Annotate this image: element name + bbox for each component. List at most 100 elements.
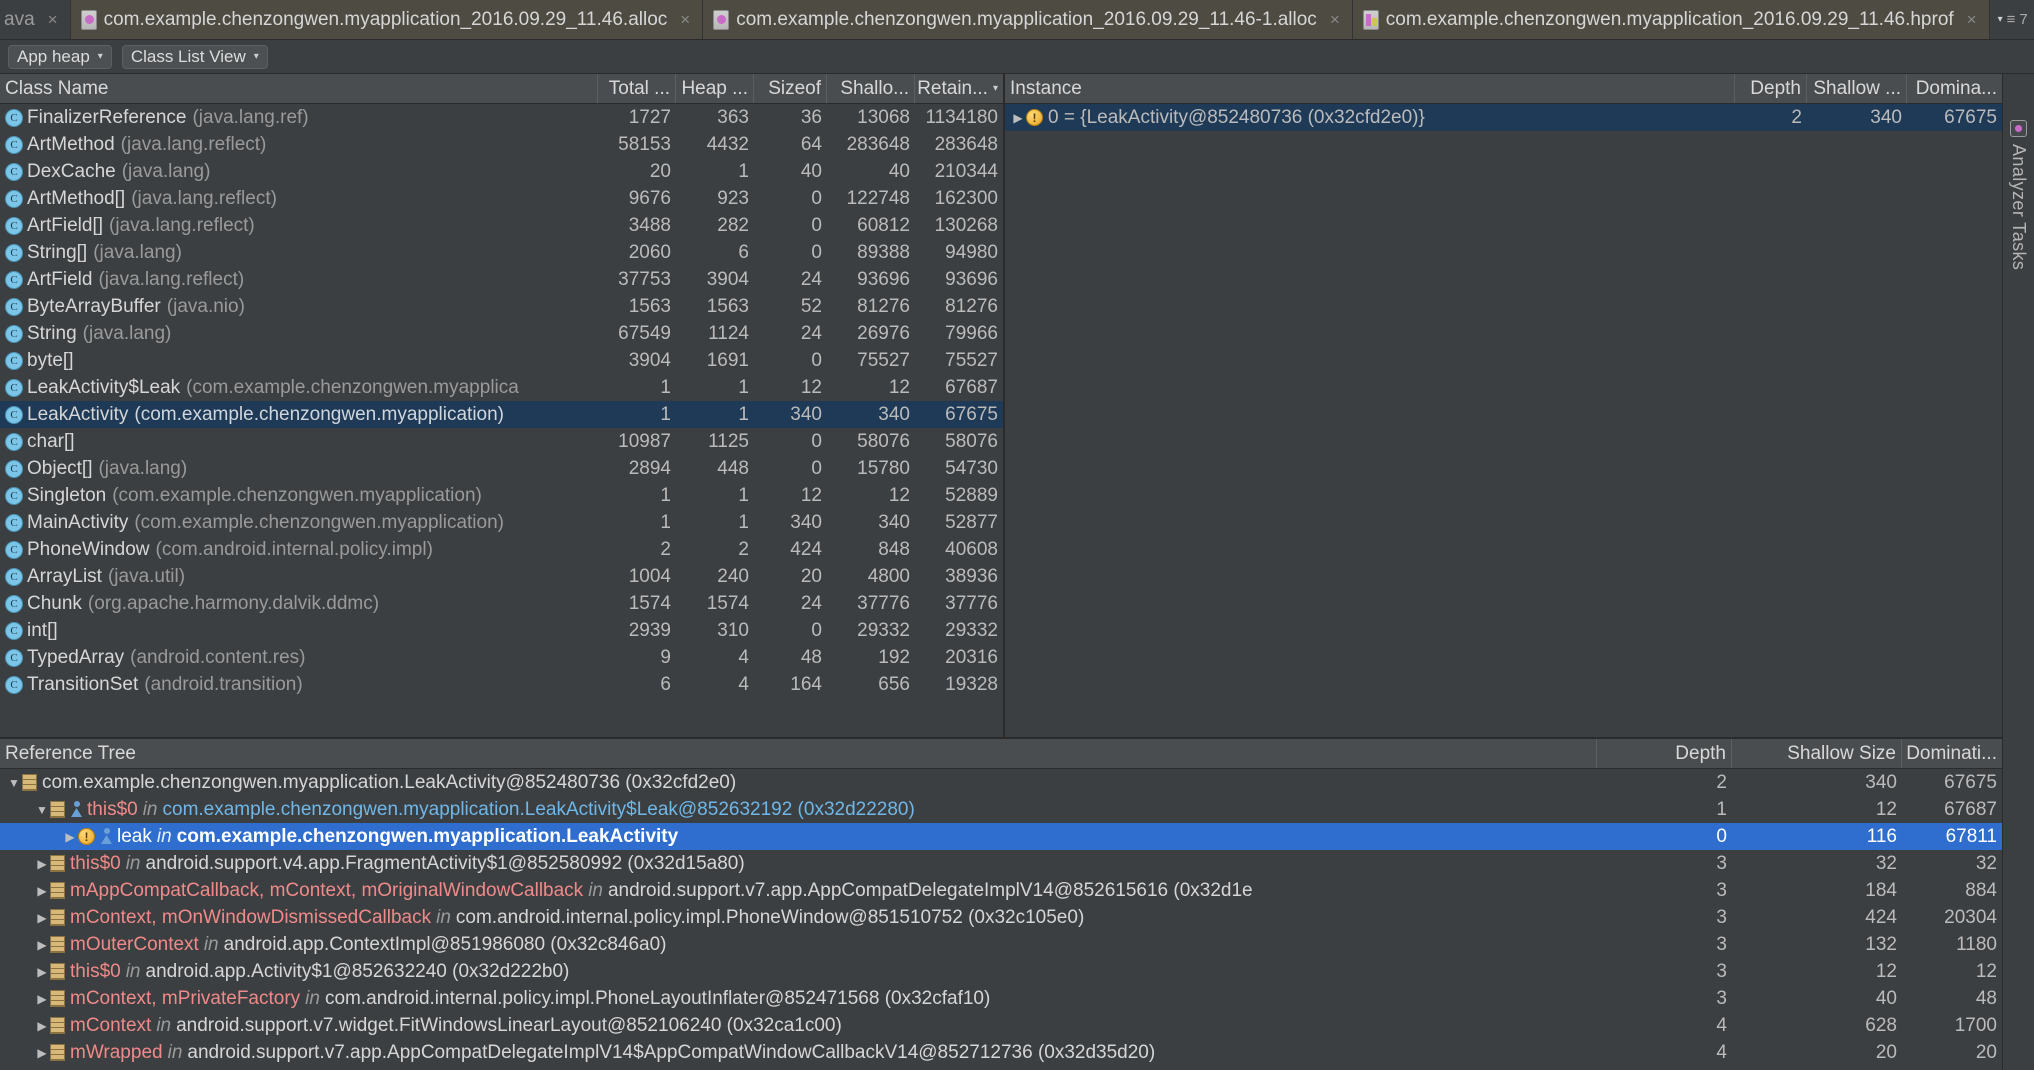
close-icon[interactable]: × — [1330, 10, 1340, 30]
class-name-label: MainActivity — [27, 511, 129, 533]
class-table-row[interactable]: C FinalizerReference (java.lang.ref) 1727 36… — [0, 104, 1003, 131]
class-table-row[interactable]: C TypedArray (android.content.res) 9 4 48 192 2… — [0, 644, 1003, 671]
column-header-ref-shallow-size[interactable]: Shallow Size — [1732, 739, 1902, 768]
class-table-body[interactable]: C FinalizerReference (java.lang.ref) 1727 36… — [0, 104, 1003, 737]
analyzer-tasks-icon[interactable] — [2010, 120, 2027, 137]
close-icon[interactable]: × — [1967, 10, 1977, 30]
column-header-total-count[interactable]: Total ... — [598, 74, 676, 103]
instance-table-row[interactable]: ▶! 0 = {LeakActivity@852480736 (0x32cfd2e… — [1005, 104, 2002, 131]
reference-tree-row[interactable]: ▶ this$0 in android.app.Activity$1@85263224… — [0, 958, 2002, 985]
class-table-row[interactable]: C ArrayList (java.util) 1004 240 20 4800 38936 — [0, 563, 1003, 590]
class-table-row[interactable]: C ArtMethod (java.lang.reflect) 58153 4432 64… — [0, 131, 1003, 158]
column-header-instance[interactable]: Instance — [1005, 74, 1735, 103]
class-table-row[interactable]: C String[] (java.lang) 2060 6 0 89388 94980 — [0, 239, 1003, 266]
reference-label: mAppCompatCallback, mContext, mOriginalW… — [70, 880, 1253, 902]
class-table-row[interactable]: C LeakActivity$Leak (com.example.chenzongw… — [0, 374, 1003, 401]
close-icon[interactable]: × — [680, 10, 690, 30]
expand-arrow-icon[interactable]: ▶ — [34, 938, 50, 952]
reference-tree-row[interactable]: ▶! leak in com.example.chenzongwen.myapplic… — [0, 823, 2002, 850]
column-header-depth[interactable]: Depth — [1735, 74, 1807, 103]
class-table-row[interactable]: C LeakActivity (com.example.chenzongwen.my… — [0, 401, 1003, 428]
reference-tree-row[interactable]: ▼ this$0 in com.example.chenzongwen.myappli… — [0, 796, 2002, 823]
reference-tree-row[interactable]: ▶ mAppCompatCallback, mContext, mOriginal… — [0, 877, 2002, 904]
class-table-header: Class Name Total ... Heap ... Sizeof Sha… — [0, 74, 1003, 104]
column-header-class-name[interactable]: Class Name — [0, 74, 598, 103]
tab-hprof-file[interactable]: com.example.chenzongwen.myapplication_20… — [1352, 0, 1990, 39]
class-table-row[interactable]: C ByteArrayBuffer (java.nio) 1563 1563 52 8127… — [0, 293, 1003, 320]
reference-tree-row[interactable]: ▼ com.example.chenzongwen.myapplication.L… — [0, 769, 2002, 796]
view-selector-dropdown[interactable]: Class List View ▾ — [121, 44, 268, 69]
ref-shallow-cell: 40 — [1875, 987, 1897, 1009]
column-header-instance-shallow[interactable]: Shallow ... — [1807, 74, 1907, 103]
total-count-cell: 67549 — [618, 322, 671, 344]
ref-dominating-cell: 20 — [1975, 1041, 1997, 1063]
class-name-label: ArtMethod — [27, 133, 115, 155]
class-package-label: (android.content.res) — [130, 646, 306, 668]
heap-count-cell: 4 — [738, 673, 749, 695]
reference-tree-row[interactable]: ▶this$0, mActivity, mContextinandroid.su… — [0, 1066, 2002, 1070]
class-table-row[interactable]: C DexCache (java.lang) 20 1 40 40 210344 — [0, 158, 1003, 185]
expand-arrow-icon[interactable]: ▶ — [34, 992, 50, 1006]
expand-arrow-icon[interactable]: ▶ — [62, 830, 78, 844]
class-table-row[interactable]: Cbyte[] 3904 1691 0 75527 75527 — [0, 347, 1003, 374]
total-count-cell: 9676 — [628, 187, 671, 209]
reference-tree-row[interactable]: ▶ mContext, mOnWindowDismissedCallback in c… — [0, 904, 2002, 931]
reference-cell: ▶ mWrapped in android.support.v7.app.AppCom… — [0, 1042, 1597, 1064]
class-table-row[interactable]: C PhoneWindow (com.android.internal.policy… — [0, 536, 1003, 563]
expand-arrow-icon[interactable]: ▼ — [6, 776, 22, 790]
analyzer-main: Class Name Total ... Heap ... Sizeof Sha… — [0, 74, 2034, 1070]
tab-alloc-file-1[interactable]: com.example.chenzongwen.myapplication_20… — [70, 0, 704, 39]
ref-shallow-cell: 628 — [1865, 1014, 1897, 1036]
class-table-row[interactable]: C MainActivity (com.example.chenzongwen.my… — [0, 509, 1003, 536]
reference-tree-row[interactable]: ▶ mContext in android.support.v7.widget.Fit… — [0, 1012, 2002, 1039]
class-table-row[interactable]: Cint[] 2939 310 0 29332 29332 — [0, 617, 1003, 644]
expand-arrow-icon[interactable]: ▶ — [34, 857, 50, 871]
class-table-row[interactable]: Cchar[] 10987 1125 0 58076 58076 — [0, 428, 1003, 455]
class-table-row[interactable]: C Chunk (org.apache.harmony.dalvik.ddmc) 15… — [0, 590, 1003, 617]
reference-target: android.app.ContextImpl@851986080 (0x32c… — [223, 933, 667, 955]
expand-arrow-icon[interactable]: ▶ — [34, 965, 50, 979]
column-header-ref-dominating[interactable]: Dominati... — [1902, 739, 2002, 768]
expand-arrow-icon[interactable]: ▶ — [1010, 111, 1026, 125]
expand-arrow-icon[interactable]: ▶ — [34, 911, 50, 925]
class-table-row[interactable]: C Object[] (java.lang) 2894 448 0 15780 54730 — [0, 455, 1003, 482]
expand-arrow-icon[interactable]: ▶ — [34, 884, 50, 898]
column-header-ref-depth[interactable]: Depth — [1597, 739, 1732, 768]
expand-arrow-icon[interactable]: ▼ — [34, 803, 50, 817]
heap-count-cell: 4 — [738, 646, 749, 668]
column-header-reference-tree[interactable]: Reference Tree — [0, 739, 1597, 768]
reference-tree-row[interactable]: ▶ mContext, mPrivateFactory in com.android.… — [0, 985, 2002, 1012]
column-header-heap-count[interactable]: Heap ... — [676, 74, 754, 103]
close-icon[interactable]: × — [48, 10, 58, 30]
tab-java-file[interactable]: ava × — [0, 0, 71, 39]
class-icon: C — [5, 351, 23, 370]
analyzer-tasks-label[interactable]: Analyzer Tasks — [2008, 144, 2029, 270]
class-package-label: (java.lang.reflect) — [98, 268, 245, 290]
class-table-row[interactable]: C Singleton (com.example.chenzongwen.myapp… — [0, 482, 1003, 509]
reference-tree-body[interactable]: ▼ com.example.chenzongwen.myapplication.L… — [0, 769, 2002, 1070]
expand-arrow-icon[interactable]: ▶ — [34, 1019, 50, 1033]
top-split-pane: Class Name Total ... Heap ... Sizeof Sha… — [0, 74, 2002, 739]
reference-tree-row[interactable]: ▶ mWrapped in android.support.v7.app.AppCom… — [0, 1039, 2002, 1066]
column-header-sizeof[interactable]: Sizeof — [754, 74, 827, 103]
class-name-label: TypedArray — [27, 646, 125, 668]
class-table-row[interactable]: C ArtField[] (java.lang.reflect) 3488 282 0 60… — [0, 212, 1003, 239]
instance-table-body[interactable]: ▶! 0 = {LeakActivity@852480736 (0x32cfd2e… — [1005, 104, 2002, 737]
reference-tree-row[interactable]: ▶ this$0 in android.support.v4.app.Fragment… — [0, 850, 2002, 877]
reference-tree-row[interactable]: ▶ mOuterContext in android.app.ContextImpl@… — [0, 931, 2002, 958]
reference-in-keyword: in — [125, 960, 141, 982]
tab-alloc-file-2[interactable]: com.example.chenzongwen.myapplication_20… — [703, 0, 1353, 39]
column-header-instance-dominating[interactable]: Domina... — [1907, 74, 2002, 103]
shallow-size-cell: 340 — [878, 511, 910, 533]
class-table-row[interactable]: C ArtMethod[] (java.lang.reflect) 9676 923 0 1… — [0, 185, 1003, 212]
expand-arrow-icon[interactable]: ▶ — [34, 1046, 50, 1060]
tab-overflow-control[interactable]: ▾ ≡ 7 — [1990, 0, 2034, 39]
retained-size-cell: 52889 — [945, 484, 998, 506]
column-header-retained-size[interactable]: Retain... ▾ — [915, 74, 1003, 103]
heap-selector-dropdown[interactable]: App heap ▾ — [8, 44, 112, 69]
column-header-shallow-size[interactable]: Shallo... — [827, 74, 915, 103]
class-table-row[interactable]: C TransitionSet (android.transition) 6 4 164 6… — [0, 671, 1003, 698]
sizeof-cell: 0 — [811, 430, 822, 452]
class-table-row[interactable]: C ArtField (java.lang.reflect) 37753 3904 24 9… — [0, 266, 1003, 293]
class-table-row[interactable]: C String (java.lang) 67549 1124 24 26976 79966 — [0, 320, 1003, 347]
